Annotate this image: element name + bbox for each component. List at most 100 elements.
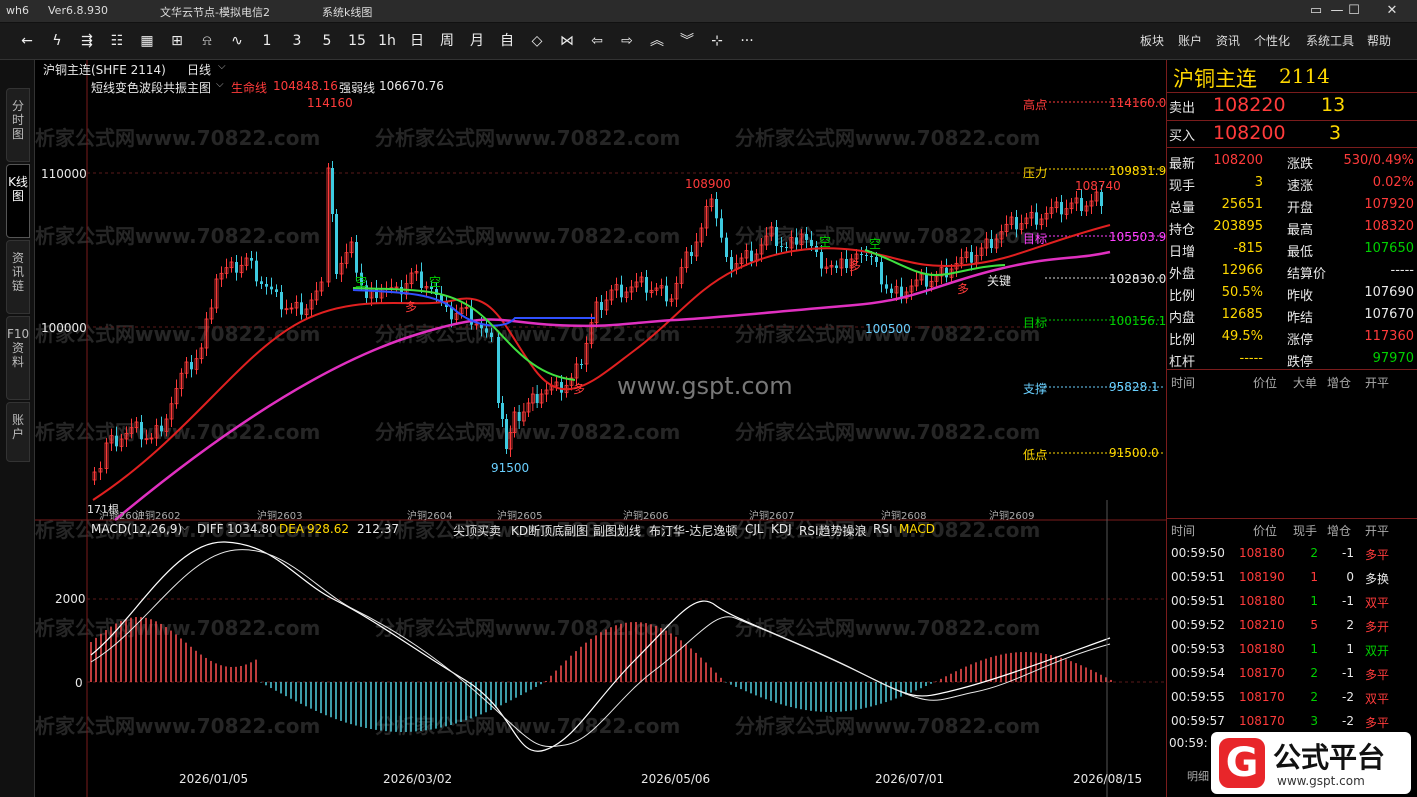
period-3min[interactable]: 3 [284, 31, 310, 51]
sell-volume: 13 [1321, 94, 1346, 116]
title-bar: wh6 Ver6.8.930 文华云节点-模拟电信2 系统k线图 ▭ — ☐ ✕ [0, 0, 1417, 23]
back-arrow-icon[interactable]: ← [14, 31, 40, 51]
quote-row: 持仓 203895 最高 108320 [1167, 216, 1417, 238]
indicator-tab-3[interactable]: 副图划线 [593, 522, 641, 539]
macd-title[interactable]: MACD(12,26,9) [91, 522, 182, 536]
period-month[interactable]: 月 [464, 31, 490, 51]
view-mode: 系统k线图 [322, 6, 373, 19]
tick-volume: 3 [1310, 714, 1318, 728]
indicator-tab-8[interactable]: RSI [873, 522, 893, 536]
symbol-title[interactable]: 沪铜主连(SHFE 2114) [43, 61, 166, 78]
menu-account[interactable]: 账户 [1178, 32, 1202, 49]
tick-type: 多开 [1365, 620, 1390, 634]
quote-row: 外盘 12966 结算价 ----- [1167, 260, 1417, 282]
tab-account[interactable]: 账户 [6, 402, 30, 462]
tick-row[interactable]: 00:59:50 108180 2 -1 多平 [1167, 542, 1417, 566]
date-label: 2026/08/15 [1073, 772, 1143, 786]
stat-label: 跌停 [1287, 355, 1314, 370]
tick-type: 多换 [1365, 572, 1390, 586]
tick-volume: 1 [1310, 642, 1318, 656]
candle-body [645, 277, 648, 293]
tab-timeshare[interactable]: 分时图 [6, 88, 30, 162]
menu-personalize[interactable]: 个性化 [1254, 32, 1290, 49]
watermark-text: 分析家公式网www.70822.com [735, 126, 1040, 150]
stat-label: 杠杆 [1169, 355, 1196, 370]
menu-system-tools[interactable]: 系统工具 [1306, 32, 1354, 49]
macd-axis-2000: 2000 [55, 592, 86, 606]
tab-kline[interactable]: K线图 [6, 164, 30, 238]
tick-time: 00:59:53 [1171, 642, 1225, 656]
high-label: 高点 [1023, 98, 1048, 112]
indicator-tab-6[interactable]: KDJ [771, 522, 792, 536]
menu-sector[interactable]: 板块 [1140, 32, 1164, 49]
indicator-tab-7[interactable]: RSI趋势操浪 [799, 522, 867, 539]
tick-row[interactable]: 00:59:57 108170 3 -2 多平 [1167, 710, 1417, 734]
chart-area[interactable]: 分析家公式网www.70822.com 分析家公式网www.70822.com 分析… [34, 60, 1167, 797]
maximize-button[interactable]: ☐ [1335, 0, 1373, 22]
list-icon[interactable]: ☷ [104, 31, 130, 51]
stat-value: 25651 [1221, 197, 1263, 212]
crosshair-icon[interactable]: ⊹ [704, 31, 730, 51]
tick-row[interactable]: 00:59:54 108170 2 -1 多平 [1167, 662, 1417, 686]
indicator-tab-5[interactable]: CJL [745, 522, 764, 536]
ask-row[interactable]: 卖出 108220 13 [1167, 94, 1417, 116]
table-icon[interactable]: ⊞ [164, 31, 190, 51]
watermark-text: 分析家公式网www.70822.com [735, 714, 1040, 738]
tick-row[interactable]: 00:59:55 108170 2 -2 双平 [1167, 686, 1417, 710]
tick-row[interactable]: 00:59:53 108180 1 1 双开 [1167, 638, 1417, 662]
tick-row[interactable]: 00:59:52 108210 5 2 多开 [1167, 614, 1417, 638]
tab-news-chain[interactable]: 资讯链 [6, 240, 30, 314]
indicator-select[interactable]: 短线变色波段共振主图 [91, 79, 211, 96]
tick-row[interactable]: 00:59:51 108190 1 0 多换 [1167, 566, 1417, 590]
prev-icon[interactable]: ⇦ [584, 31, 610, 51]
bid-row[interactable]: 买入 108200 3 [1167, 122, 1417, 144]
indicator-tab-9[interactable]: MACD [899, 522, 935, 536]
chevron-down-icon[interactable]: ⌵ [218, 61, 226, 72]
period-1min[interactable]: 1 [254, 31, 280, 51]
stat-label: 比例 [1169, 333, 1196, 348]
period-15min[interactable]: 15 [344, 31, 370, 51]
zoom-out-icon[interactable]: ⋈ [554, 31, 580, 51]
indicator-chevron-icon[interactable]: ⌵ [216, 79, 224, 90]
signal-short-1: 空 [355, 275, 368, 289]
bell-icon[interactable]: ⍾ [194, 31, 220, 51]
indicator-tab-4[interactable]: 布汀华-达尼逸顿 [649, 522, 737, 539]
up-icon[interactable]: ︽ [644, 31, 670, 51]
period-5min[interactable]: 5 [314, 31, 340, 51]
order-icon[interactable]: ⇶ [74, 31, 100, 51]
indicator-tab-1[interactable]: 尖顶买卖 [453, 522, 501, 539]
stat-value: 3 [1254, 175, 1263, 190]
detail-tab[interactable]: 明细 [1187, 768, 1209, 784]
price-axis-100000: 100000 [41, 321, 87, 335]
close-button[interactable]: ✕ [1373, 0, 1411, 22]
stat-value: 97970 [1372, 351, 1414, 366]
menu-news[interactable]: 资讯 [1216, 32, 1240, 49]
server-node: 文华云节点-模拟电信2 [160, 6, 270, 19]
app-version: Ver6.8.930 [48, 4, 108, 17]
kline-chart-svg[interactable]: 分析家公式网www.70822.com 分析家公式网www.70822.com 分析… [35, 60, 1167, 797]
period-1h[interactable]: 1h [374, 31, 400, 51]
macd-chevron-icon[interactable]: ⌵ [181, 522, 189, 533]
candle-body [875, 257, 878, 262]
line-chart-icon[interactable]: ∿ [224, 31, 250, 51]
more-icon[interactable]: ··· [734, 31, 760, 51]
big-order-header: 时间 价位 大单 增仓 开平 [1167, 370, 1417, 394]
contract-label: 沪铜2605 [497, 511, 543, 522]
grid-icon[interactable]: ▦ [134, 31, 160, 51]
down-icon[interactable]: ︾ [674, 31, 700, 51]
zoom-in-icon[interactable]: ◇ [524, 31, 550, 51]
lightning-icon[interactable]: ϟ [44, 31, 70, 51]
tick-price: 108180 [1239, 642, 1285, 656]
tick-volume: 1 [1310, 570, 1318, 584]
next-icon[interactable]: ⇨ [614, 31, 640, 51]
menu-help[interactable]: 帮助 [1367, 32, 1391, 49]
indicator-tab-2[interactable]: KD断顶底副图 [511, 522, 588, 539]
life-line-label: 生命线 [231, 81, 268, 95]
period-select[interactable]: 日线 [187, 61, 211, 78]
date-label: 2026/03/02 [383, 772, 453, 786]
period-day[interactable]: 日 [404, 31, 430, 51]
custom-period-icon[interactable]: 自 [494, 31, 520, 51]
tick-row[interactable]: 00:59:51 108180 1 -1 双平 [1167, 590, 1417, 614]
period-week[interactable]: 周 [434, 31, 460, 51]
tab-f10[interactable]: F10资料 [6, 316, 30, 400]
